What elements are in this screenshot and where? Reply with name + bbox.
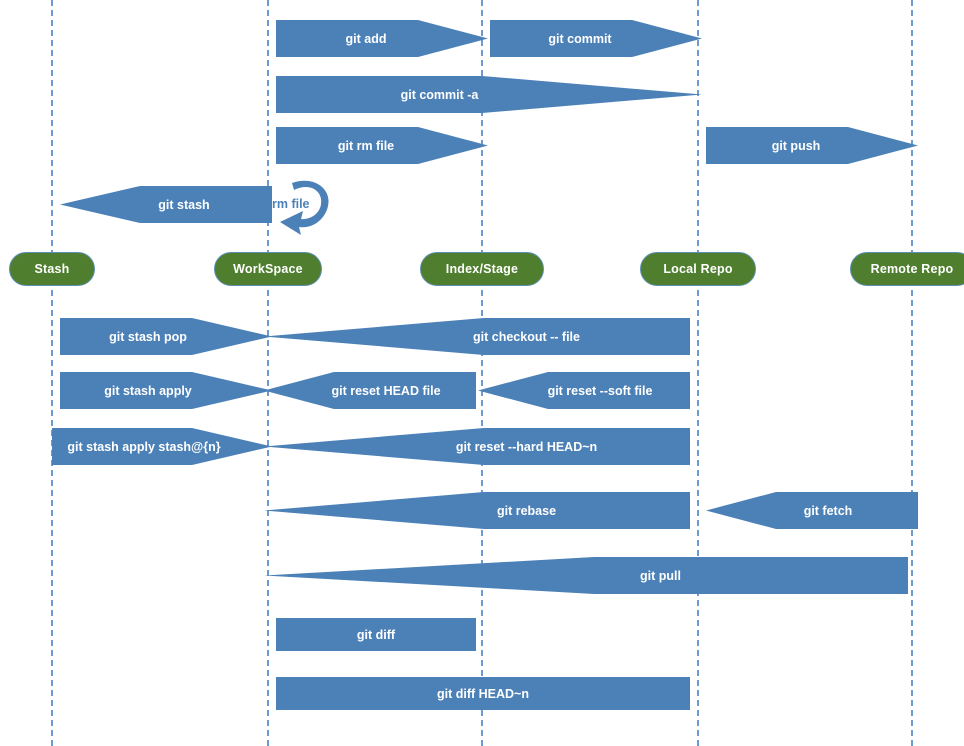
lane-line-local-repo [697, 0, 699, 746]
command-arrow-git-reset-hard-head-n[interactable]: git reset --hard HEAD~n [264, 428, 690, 465]
lane-line-remote-repo [911, 0, 913, 746]
command-label: git stash apply stash@{n} [67, 439, 221, 454]
lane-line-stash [51, 0, 53, 746]
command-arrow-git-rm-file[interactable]: git rm file [276, 127, 488, 164]
command-label: git push [771, 138, 821, 153]
command-arrow-git-stash-apply[interactable]: git stash apply [60, 372, 272, 409]
command-arrow-git-pull[interactable]: git pull [264, 557, 908, 594]
lane-label-local-repo[interactable]: Local Repo [640, 252, 756, 286]
command-label: git add [345, 31, 387, 46]
lane-label-text: Index/Stage [445, 262, 519, 276]
command-arrow-git-checkout-file[interactable]: git checkout -- file [264, 318, 690, 355]
lane-label-text: Local Repo [663, 262, 733, 276]
command-label: git pull [640, 568, 681, 583]
command-label: git commit [548, 31, 612, 46]
command-label: git stash apply [104, 383, 192, 398]
command-label: git diff HEAD~n [436, 686, 529, 701]
command-arrow-git-stash-apply-stash-n[interactable]: git stash apply stash@{n} [52, 428, 272, 465]
rm-file-label: rm file [272, 197, 310, 211]
command-arrow-git-rebase[interactable]: git rebase [264, 492, 690, 529]
lane-label-text: Stash [34, 262, 70, 276]
lane-label-text: WorkSpace [233, 262, 303, 276]
command-arrow-git-push[interactable]: git push [706, 127, 918, 164]
command-label: git checkout -- file [473, 329, 580, 344]
lane-label-workspace[interactable]: WorkSpace [214, 252, 322, 286]
git-workflow-diagram: git add git commit git commit -a git rm fil… [0, 0, 964, 746]
command-label: git diff [356, 627, 396, 642]
command-label: git reset --hard HEAD~n [455, 439, 598, 454]
command-arrow-git-reset-head-file[interactable]: git reset HEAD file [264, 372, 476, 409]
command-arrow-git-stash-pop[interactable]: git stash pop [60, 318, 272, 355]
lane-label-stash[interactable]: Stash [9, 252, 95, 286]
lane-line-workspace [267, 0, 269, 746]
command-label: git rebase [496, 503, 557, 518]
command-label: git fetch [803, 503, 853, 518]
command-label: git rm file [337, 138, 395, 153]
command-arrow-git-commit-a[interactable]: git commit -a [276, 76, 702, 113]
command-arrow-git-fetch[interactable]: git fetch [706, 492, 918, 529]
lane-label-index-stage[interactable]: Index/Stage [419, 252, 545, 286]
command-label: git stash pop [109, 329, 187, 344]
command-label: git reset HEAD file [331, 383, 441, 398]
lane-label-remote-repo[interactable]: Remote Repo [849, 252, 964, 286]
command-arrow-git-reset-soft-file[interactable]: git reset --soft file [478, 372, 690, 409]
command-arrow-git-diff[interactable]: git diff [276, 618, 476, 651]
command-arrow-git-diff-head-n[interactable]: git diff HEAD~n [276, 677, 690, 710]
command-label: git commit -a [400, 87, 479, 102]
command-arrow-git-commit[interactable]: git commit [490, 20, 702, 57]
command-arrow-git-add[interactable]: git add [276, 20, 488, 57]
command-label: git reset --soft file [547, 383, 653, 398]
command-arrow-git-stash[interactable]: git stash [60, 186, 272, 223]
lane-label-text: Remote Repo [870, 262, 954, 276]
command-label: git stash [158, 197, 210, 212]
